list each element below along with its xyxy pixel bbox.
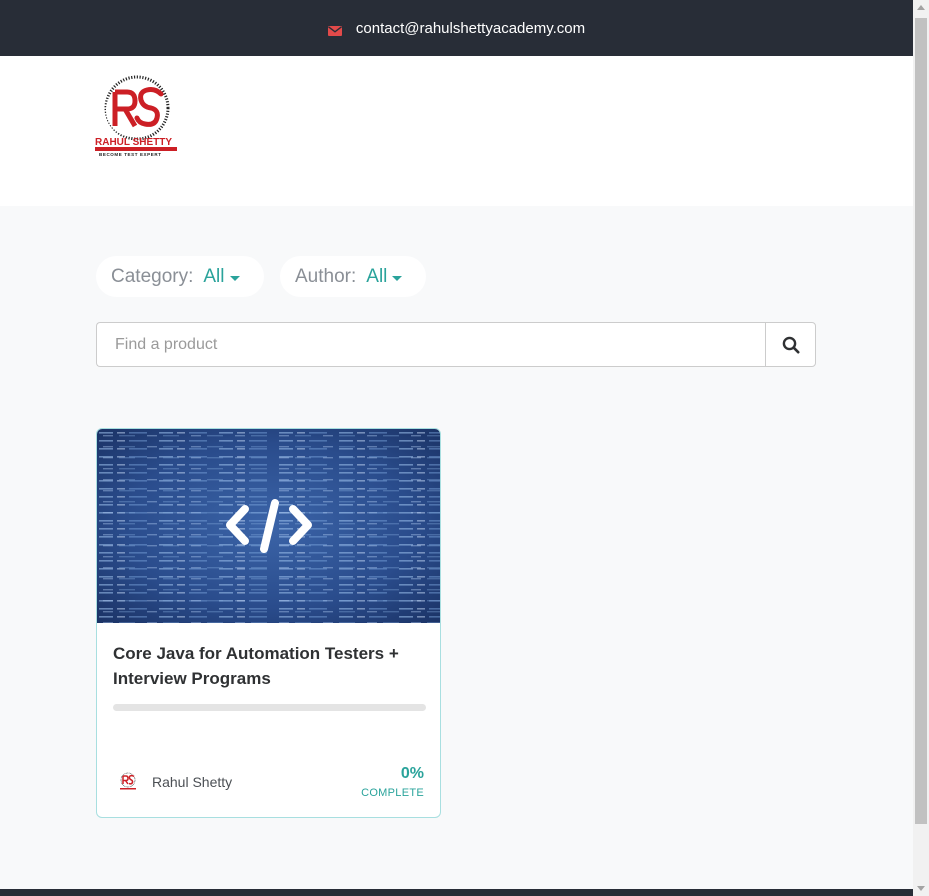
course-thumbnail[interactable] <box>97 429 440 623</box>
rahul-shetty-academy-logo[interactable]: RAHUL SHETTY BECOME TEST EXPERT <box>95 74 179 158</box>
svg-text:RAHUL SHETTY: RAHUL SHETTY <box>95 137 172 148</box>
category-filter[interactable]: Category: All <box>96 256 264 297</box>
progress-status-label: COMPLETE <box>361 787 424 799</box>
svg-text:BECOME TEST EXPERT: BECOME TEST EXPERT <box>99 152 162 157</box>
scroll-up-arrow-icon[interactable] <box>917 5 925 10</box>
scrollbar-thumb[interactable] <box>915 18 927 824</box>
scroll-down-arrow-icon[interactable] <box>917 886 925 891</box>
author-avatar <box>117 771 139 793</box>
site-header: RAHUL SHETTY BECOME TEST EXPERT <box>0 56 913 206</box>
page-scrollbar[interactable] <box>913 0 929 896</box>
author-name: Rahul Shetty <box>152 774 233 790</box>
site-footer <box>0 889 913 896</box>
search-button[interactable] <box>765 322 816 367</box>
envelope-icon <box>327 23 342 36</box>
course-title[interactable]: Core Java for Automation Testers + Inter… <box>113 641 413 691</box>
product-search <box>96 322 816 367</box>
category-filter-label: Category: <box>111 265 194 287</box>
author-filter[interactable]: Author: All <box>280 256 426 297</box>
author-filter-value[interactable]: All <box>366 266 387 288</box>
caret-down-icon[interactable] <box>229 275 240 281</box>
course-card[interactable]: Core Java for Automation Testers + Inter… <box>96 428 441 818</box>
progress-percent: 0% <box>400 765 424 782</box>
search-input[interactable] <box>96 322 765 367</box>
caret-down-icon[interactable] <box>392 275 403 281</box>
author-filter-label: Author: <box>295 265 357 287</box>
contact-email-link[interactable]: contact@rahulshettyacademy.com <box>356 20 585 37</box>
top-contact-bar: contact@rahulshettyacademy.com <box>0 0 913 56</box>
search-icon <box>782 336 800 354</box>
category-filter-value[interactable]: All <box>203 266 224 288</box>
course-progress-bar <box>113 704 426 711</box>
course-catalog: Category: All Author: All Find a product… <box>0 206 913 889</box>
